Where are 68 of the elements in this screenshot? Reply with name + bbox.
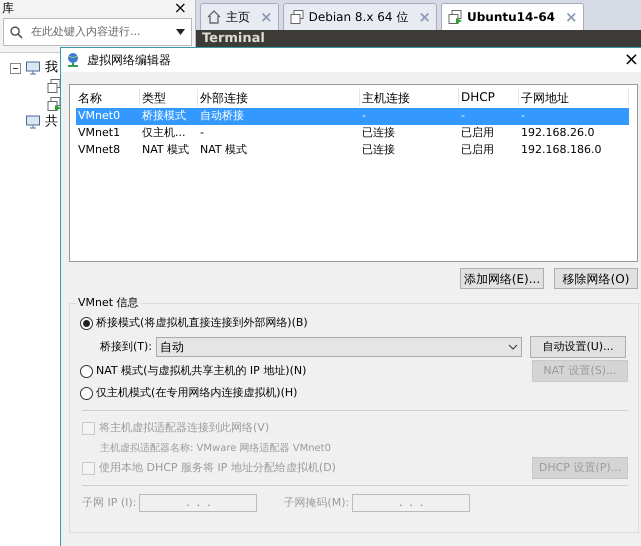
virtual-machine-icon: [288, 9, 305, 25]
radio-button[interactable]: [80, 386, 93, 400]
table-cell-text: -: [460, 108, 466, 124]
bridge-dropdown[interactable]: 自动: [156, 337, 522, 357]
table-cell-text: VMnet0: [77, 108, 122, 124]
column-header[interactable]: 子网地址: [519, 89, 629, 106]
search-bar[interactable]: 在此处键入内容进行...: [3, 18, 192, 46]
dialog-button[interactable]: 自动设置(U)...: [530, 336, 626, 358]
table-cell-text: NAT 模式: [141, 142, 190, 158]
dialog-button[interactable]: 移除网络(O): [554, 268, 638, 289]
table-row[interactable]: VMnet8 NAT 模式 NAT 模式 已连接 已启用 192.168.186.0: [76, 142, 629, 159]
table-cell-text: 自动桥接: [199, 108, 245, 124]
dialog-title: 虚拟网络编辑器: [87, 52, 172, 69]
tree-item[interactable]: 共: [45, 112, 58, 132]
table-row[interactable]: VMnet1 仅主机... - 已连接 已启用 192.168.26.0: [76, 125, 629, 142]
panel-title: 库: [2, 0, 14, 17]
table-cell-text: 192.168.26.0: [520, 125, 596, 142]
collapse-icon[interactable]: [10, 62, 21, 74]
terminal-title: Terminal: [202, 30, 265, 48]
column-header[interactable]: DHCP: [459, 89, 519, 106]
tab-label: Debian 8.x 64 位: [308, 9, 408, 26]
table-cell-text: 192.168.186.0: [520, 142, 602, 158]
tab-label: 主页: [226, 9, 250, 26]
radio-button[interactable]: [80, 316, 93, 330]
radio-label[interactable]: 桥接模式(将虚拟机直接连接到外部网络)(B): [96, 314, 628, 332]
field-label: 桥接到(T):: [100, 338, 152, 355]
search-field[interactable]: 在此处键入内容进行...: [31, 24, 168, 40]
ip-address-field[interactable]: . . .: [139, 494, 258, 512]
table-cell-text: -: [199, 125, 205, 142]
home-icon: [206, 9, 222, 25]
table-cell-text: 桥接模式: [141, 108, 187, 124]
virtual-machine-icon: [46, 96, 62, 112]
tab[interactable]: Ubuntu14-64 ×: [440, 3, 584, 30]
table-cell-text: 已连接: [361, 142, 396, 158]
column-header[interactable]: 名称: [76, 89, 140, 106]
table-cell-text: VMnet1: [77, 125, 122, 142]
virtual-machine-icon: [46, 78, 62, 94]
radio-button[interactable]: [80, 364, 93, 378]
field-label: 子网 IP (I):: [82, 494, 136, 511]
tab-label: Ubuntu14-64: [466, 9, 556, 26]
radio-label[interactable]: 仅主机模式(在专用网络内连接虚拟机)(H): [96, 384, 628, 402]
adapter-name: 主机虚拟适配器名称: VMware 网络适配器 VMnet0: [100, 442, 331, 456]
tree-item[interactable]: 我: [45, 58, 58, 78]
table-cell-text: -: [361, 108, 367, 124]
ip-address-field[interactable]: . . .: [352, 494, 470, 512]
tab[interactable]: 主页 ×: [200, 3, 279, 30]
table-cell-text: 已连接: [361, 125, 396, 142]
search-icon: [10, 26, 23, 38]
column-header[interactable]: 类型: [140, 89, 198, 106]
close-button[interactable]: ×: [174, 0, 187, 16]
column-header[interactable]: 外部连接: [198, 89, 360, 106]
table-cell-text: 仅主机...: [141, 125, 186, 142]
dialog-button[interactable]: 添加网络(E)...: [460, 268, 544, 289]
radio-label[interactable]: NAT 模式(与虚拟机共享主机的 IP 地址)(N): [96, 362, 529, 380]
virtual-machine-icon: [446, 9, 463, 25]
table-cell-text: NAT 模式: [199, 142, 248, 158]
close-button[interactable]: ×: [624, 51, 639, 69]
dropdown-caret-icon: [508, 344, 518, 350]
column-header[interactable]: 主机连接: [360, 89, 459, 106]
computer-icon: [25, 60, 41, 76]
table-cell-text: 已启用: [460, 142, 495, 158]
table-cell-text: 已启用: [460, 125, 495, 142]
table-cell-text: -: [520, 108, 526, 124]
tab[interactable]: Debian 8.x 64 位 ×: [282, 3, 437, 30]
network-globe-icon: [65, 52, 81, 68]
table-cell-text: VMnet8: [77, 142, 122, 158]
field-label: 子网掩码(M):: [283, 494, 350, 511]
dropdown-caret-icon: [176, 29, 185, 35]
